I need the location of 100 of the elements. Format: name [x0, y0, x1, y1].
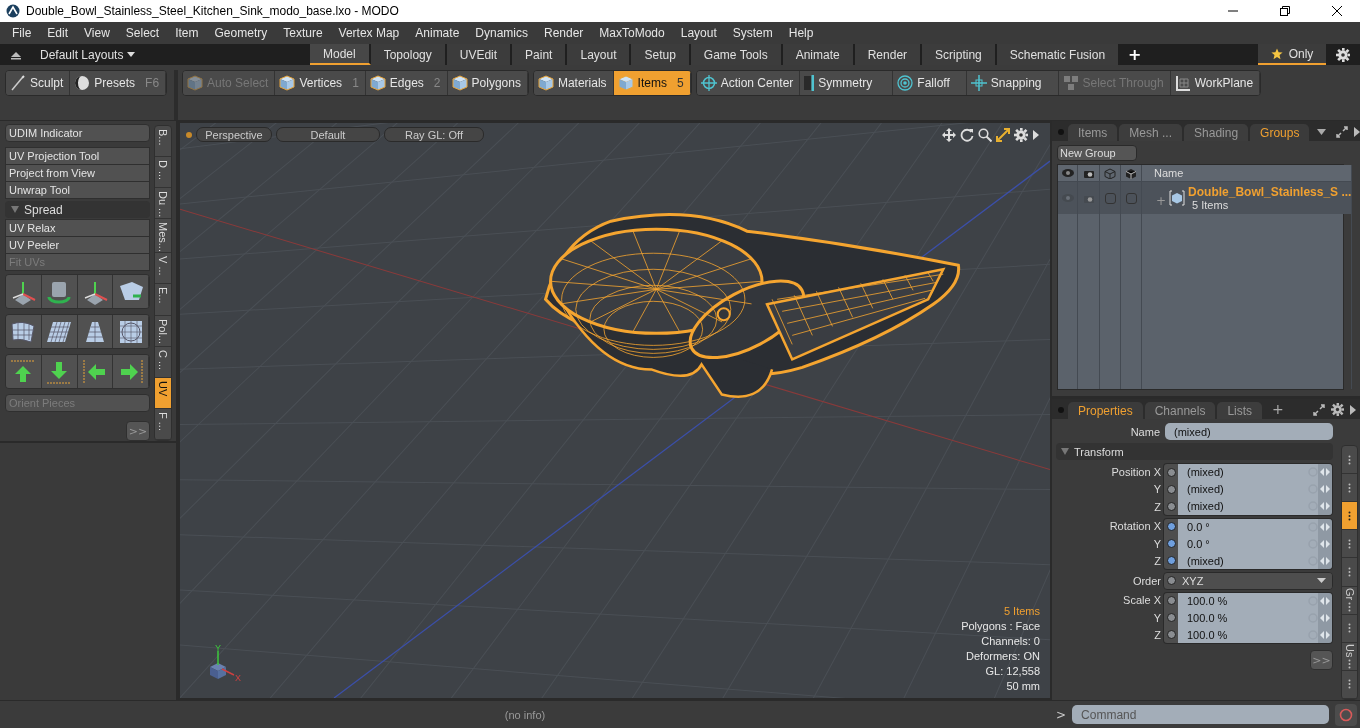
key-arrows-icon[interactable] [1320, 613, 1330, 622]
menu-item[interactable]: System [724, 26, 781, 40]
keyframe-dot[interactable] [1166, 613, 1176, 623]
menu-item[interactable]: Animate [407, 26, 468, 40]
uv-tool-button[interactable] [77, 315, 114, 348]
dropdown-caret-icon[interactable] [1317, 129, 1327, 135]
tool-button[interactable]: Project from View [5, 164, 150, 182]
panel-tab[interactable]: Items [1068, 124, 1118, 141]
section-header[interactable]: Transform [1056, 443, 1333, 460]
expand-icon[interactable] [1313, 404, 1325, 416]
menu-item[interactable]: Dynamics [467, 26, 536, 40]
new-group-button[interactable]: New Group [1057, 145, 1137, 161]
value-field[interactable]: 0.0 ° [1178, 535, 1318, 553]
toolbar-button[interactable]: Items 5 [613, 71, 691, 95]
panel-tab[interactable]: Mesh ... [1119, 124, 1183, 141]
key-arrows-icon[interactable] [1320, 485, 1330, 494]
checkbox[interactable] [1104, 192, 1116, 204]
key-arrows-icon[interactable] [1320, 539, 1330, 548]
menu-item[interactable]: Render [536, 26, 592, 40]
tool-button[interactable]: UV Projection Tool [5, 147, 150, 165]
menu-item[interactable]: Item [167, 26, 207, 40]
panel-tab[interactable]: Lists [1217, 402, 1263, 419]
uv-tool-button[interactable] [41, 315, 78, 348]
menu-item[interactable]: File [4, 26, 40, 40]
eye-icon[interactable] [1061, 167, 1074, 179]
settings-icon[interactable] [1014, 127, 1028, 142]
add-tab-button[interactable]: + [1120, 45, 1150, 64]
side-tab[interactable] [1342, 502, 1357, 531]
tool-button[interactable]: UV Peeler [5, 236, 150, 254]
panel-tab[interactable]: Channels [1144, 402, 1216, 419]
viewport-button[interactable]: Perspective [196, 127, 272, 142]
side-tab[interactable]: F ... [155, 408, 171, 440]
uv-tool-button[interactable] [113, 355, 149, 388]
uv-tool-button[interactable] [41, 355, 78, 388]
side-tab[interactable]: Mes... [155, 219, 171, 254]
settings-icon[interactable] [1336, 47, 1350, 62]
menu-item[interactable]: Edit [39, 26, 77, 40]
layout-tab[interactable]: Schematic Fusion [996, 44, 1121, 65]
cube-icon[interactable] [1125, 167, 1137, 179]
section-header[interactable]: Spread [5, 201, 150, 218]
group-name[interactable]: Double_Bowl_Stainless_S ... [1188, 185, 1352, 199]
toolbar-button[interactable]: Action Center [696, 71, 801, 95]
viewport-button[interactable]: Ray GL: Off [384, 127, 484, 142]
keyframe-dot[interactable] [1166, 576, 1176, 586]
layout-tab[interactable]: Model [310, 44, 371, 65]
layouts-dropdown[interactable]: Default Layouts [40, 47, 124, 62]
uv-tool-button[interactable] [77, 275, 114, 308]
layout-tab[interactable]: Game Tools [690, 44, 783, 65]
uv-tool-button[interactable] [77, 355, 114, 388]
side-tab[interactable]: Pol... [155, 315, 171, 347]
layout-tab[interactable]: Topology [370, 44, 447, 65]
panel-tab[interactable]: Groups [1250, 124, 1310, 141]
menu-item[interactable]: Help [780, 26, 822, 40]
panel-tab[interactable]: Properties [1068, 402, 1143, 419]
toolbar-button[interactable]: Sculpt [6, 71, 71, 95]
menu-item[interactable]: Select [117, 26, 168, 40]
side-tab[interactable]: Us [1342, 642, 1357, 671]
expand-icon[interactable] [1336, 126, 1349, 138]
uv-tool-button[interactable] [113, 275, 149, 308]
close-icon[interactable] [1332, 6, 1342, 16]
menu-item[interactable]: Vertex Map [330, 26, 408, 40]
toolbar-button[interactable]: Materials [533, 71, 614, 95]
layout-tab[interactable]: Scripting [922, 44, 997, 65]
side-tab[interactable]: D ... [155, 157, 171, 189]
only-filter-toggle[interactable]: Only [1258, 44, 1326, 65]
side-tab[interactable]: B... [155, 126, 171, 158]
expand-arrow-icon[interactable] [1354, 127, 1360, 137]
cube-outline-icon[interactable] [1104, 167, 1116, 179]
layout-tab[interactable]: Render [854, 44, 923, 65]
layout-arrow-icon[interactable] [10, 49, 22, 60]
expand-arrow-icon[interactable] [1032, 128, 1040, 141]
command-field[interactable]: Command [1072, 705, 1330, 724]
uv-tool-button[interactable] [6, 355, 42, 388]
menu-item[interactable]: Texture [275, 26, 331, 40]
menu-item[interactable]: Layout [672, 26, 725, 40]
side-tab[interactable]: C ... [155, 346, 171, 378]
side-tab[interactable]: Du ... [155, 188, 171, 220]
layout-tab[interactable]: Setup [631, 44, 691, 65]
checkbox[interactable] [1125, 192, 1137, 204]
side-tab[interactable]: E... [155, 284, 171, 316]
side-tab[interactable]: Gr [1342, 586, 1357, 615]
expand-arrow-icon[interactable] [1350, 405, 1356, 415]
layout-tab[interactable]: Animate [782, 44, 855, 65]
move-icon[interactable] [942, 127, 956, 142]
panel-tab[interactable]: Shading [1184, 124, 1249, 141]
layout-tab[interactable]: Layout [567, 44, 632, 65]
viewport-button[interactable]: Default [276, 127, 380, 142]
layout-tab[interactable]: UVEdit [446, 44, 513, 65]
tool-button[interactable]: UV Relax [5, 219, 150, 237]
uv-tool-button[interactable] [113, 315, 149, 348]
name-field[interactable]: (mixed) [1165, 423, 1333, 440]
side-tab[interactable]: UV [155, 377, 171, 409]
menu-item[interactable]: Geometry [206, 26, 276, 40]
uv-tool-button[interactable] [6, 315, 42, 348]
keyframe-dot[interactable] [1166, 539, 1176, 549]
side-tab[interactable]: V ... [155, 253, 171, 285]
layout-tab[interactable]: Paint [512, 44, 568, 65]
menu-item[interactable]: MaxToModo [591, 26, 673, 40]
maximize-icon[interactable] [1280, 6, 1290, 16]
tool-button[interactable]: Unwrap Tool [5, 181, 150, 199]
